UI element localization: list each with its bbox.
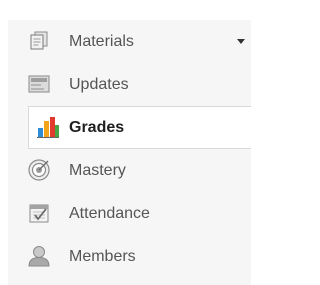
sidebar-item-label: Materials [69,33,134,50]
grades-icon [36,115,60,139]
mastery-icon [27,158,51,182]
sidebar-item-mastery[interactable]: Mastery [8,149,251,192]
sidebar-item-label: Members [69,248,136,265]
sidebar-item-label: Grades [69,119,125,136]
members-icon [27,244,51,268]
updates-icon [27,72,51,96]
sidebar-item-members[interactable]: Members [8,235,251,278]
course-sidebar: Materials Updates Grades Mastery Attenda… [8,20,251,285]
sidebar-item-label: Attendance [69,205,150,222]
sidebar-item-grades[interactable]: Grades [28,106,251,149]
sidebar-item-label: Mastery [69,162,126,179]
sidebar-item-materials[interactable]: Materials [8,20,251,63]
materials-icon [27,29,51,53]
sidebar-item-attendance[interactable]: Attendance [8,192,251,235]
chevron-down-icon[interactable] [237,39,245,44]
sidebar-item-updates[interactable]: Updates [8,63,251,106]
sidebar-item-label: Updates [69,76,129,93]
attendance-icon [27,201,51,225]
